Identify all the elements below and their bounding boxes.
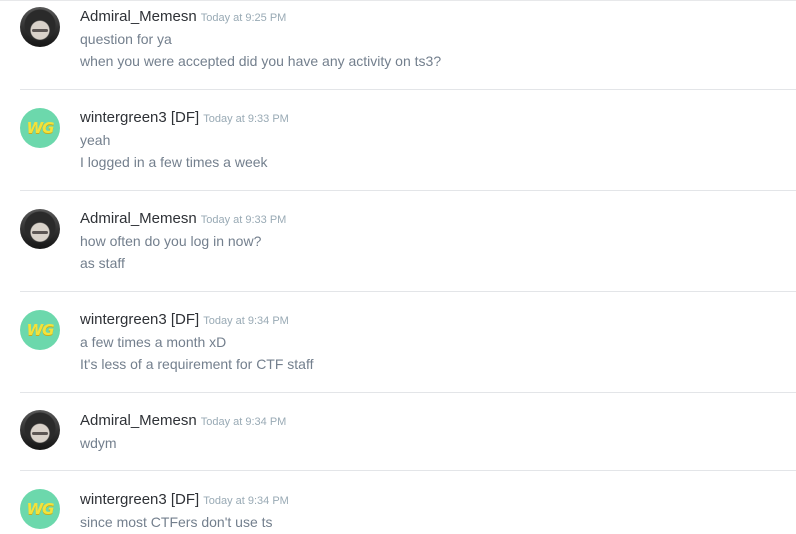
timestamp: Today at 9:33 PM [203, 113, 289, 125]
timestamp: Today at 9:34 PM [203, 315, 289, 327]
timestamp: Today at 9:33 PM [200, 214, 287, 226]
user-avatar[interactable] [20, 7, 60, 47]
message-divider [20, 392, 796, 393]
message-text: wdym [80, 435, 117, 451]
message-text: when you were accepted did you have any … [80, 53, 442, 69]
message-header: wintergreen3 [DF] Today at 9:33 PM [80, 109, 289, 127]
message-text: how often do you log in now? [80, 233, 262, 249]
message-header: wintergreen3 [DF] Today at 9:34 PM [80, 311, 289, 329]
message-text: I logged in a few times a week [80, 154, 268, 170]
message-header: Admiral_Memesn Today at 9:34 PM [80, 412, 286, 430]
message-header: wintergreen3 [DF] Today at 9:34 PM [80, 491, 289, 509]
avatar-initials: WG [26, 500, 55, 518]
username[interactable]: wintergreen3 [DF] [80, 491, 199, 508]
avatar-initials: WG [26, 321, 55, 339]
timestamp: Today at 9:34 PM [203, 495, 289, 507]
user-avatar[interactable]: WG [20, 310, 60, 350]
timestamp: Today at 9:34 PM [200, 416, 287, 428]
username[interactable]: Admiral_Memesn [80, 412, 197, 429]
user-avatar[interactable] [20, 410, 60, 450]
top-border [0, 0, 796, 1]
avatar-initials: WG [26, 119, 55, 137]
message-header: Admiral_Memesn Today at 9:33 PM [80, 210, 286, 228]
message-header: Admiral_Memesn Today at 9:25 PM [80, 8, 286, 26]
message-text: a few times a month xD [80, 334, 227, 350]
username[interactable]: Admiral_Memesn [80, 8, 197, 25]
username[interactable]: wintergreen3 [DF] [80, 311, 199, 328]
message-divider [20, 291, 796, 292]
message-divider [20, 190, 796, 191]
message-text: It's less of a requirement for CTF staff [80, 356, 314, 372]
username[interactable]: wintergreen3 [DF] [80, 109, 199, 126]
user-avatar[interactable] [20, 209, 60, 249]
user-avatar[interactable]: WG [20, 108, 60, 148]
user-avatar[interactable]: WG [20, 489, 60, 529]
message-text: question for ya [80, 31, 172, 47]
message-divider [20, 89, 796, 90]
message-text: yeah [80, 132, 111, 148]
message-text: as staff [80, 255, 125, 271]
message-text: since most CTFers don't use ts [80, 514, 273, 530]
timestamp: Today at 9:25 PM [200, 12, 287, 24]
message-divider [20, 470, 796, 471]
username[interactable]: Admiral_Memesn [80, 210, 197, 227]
